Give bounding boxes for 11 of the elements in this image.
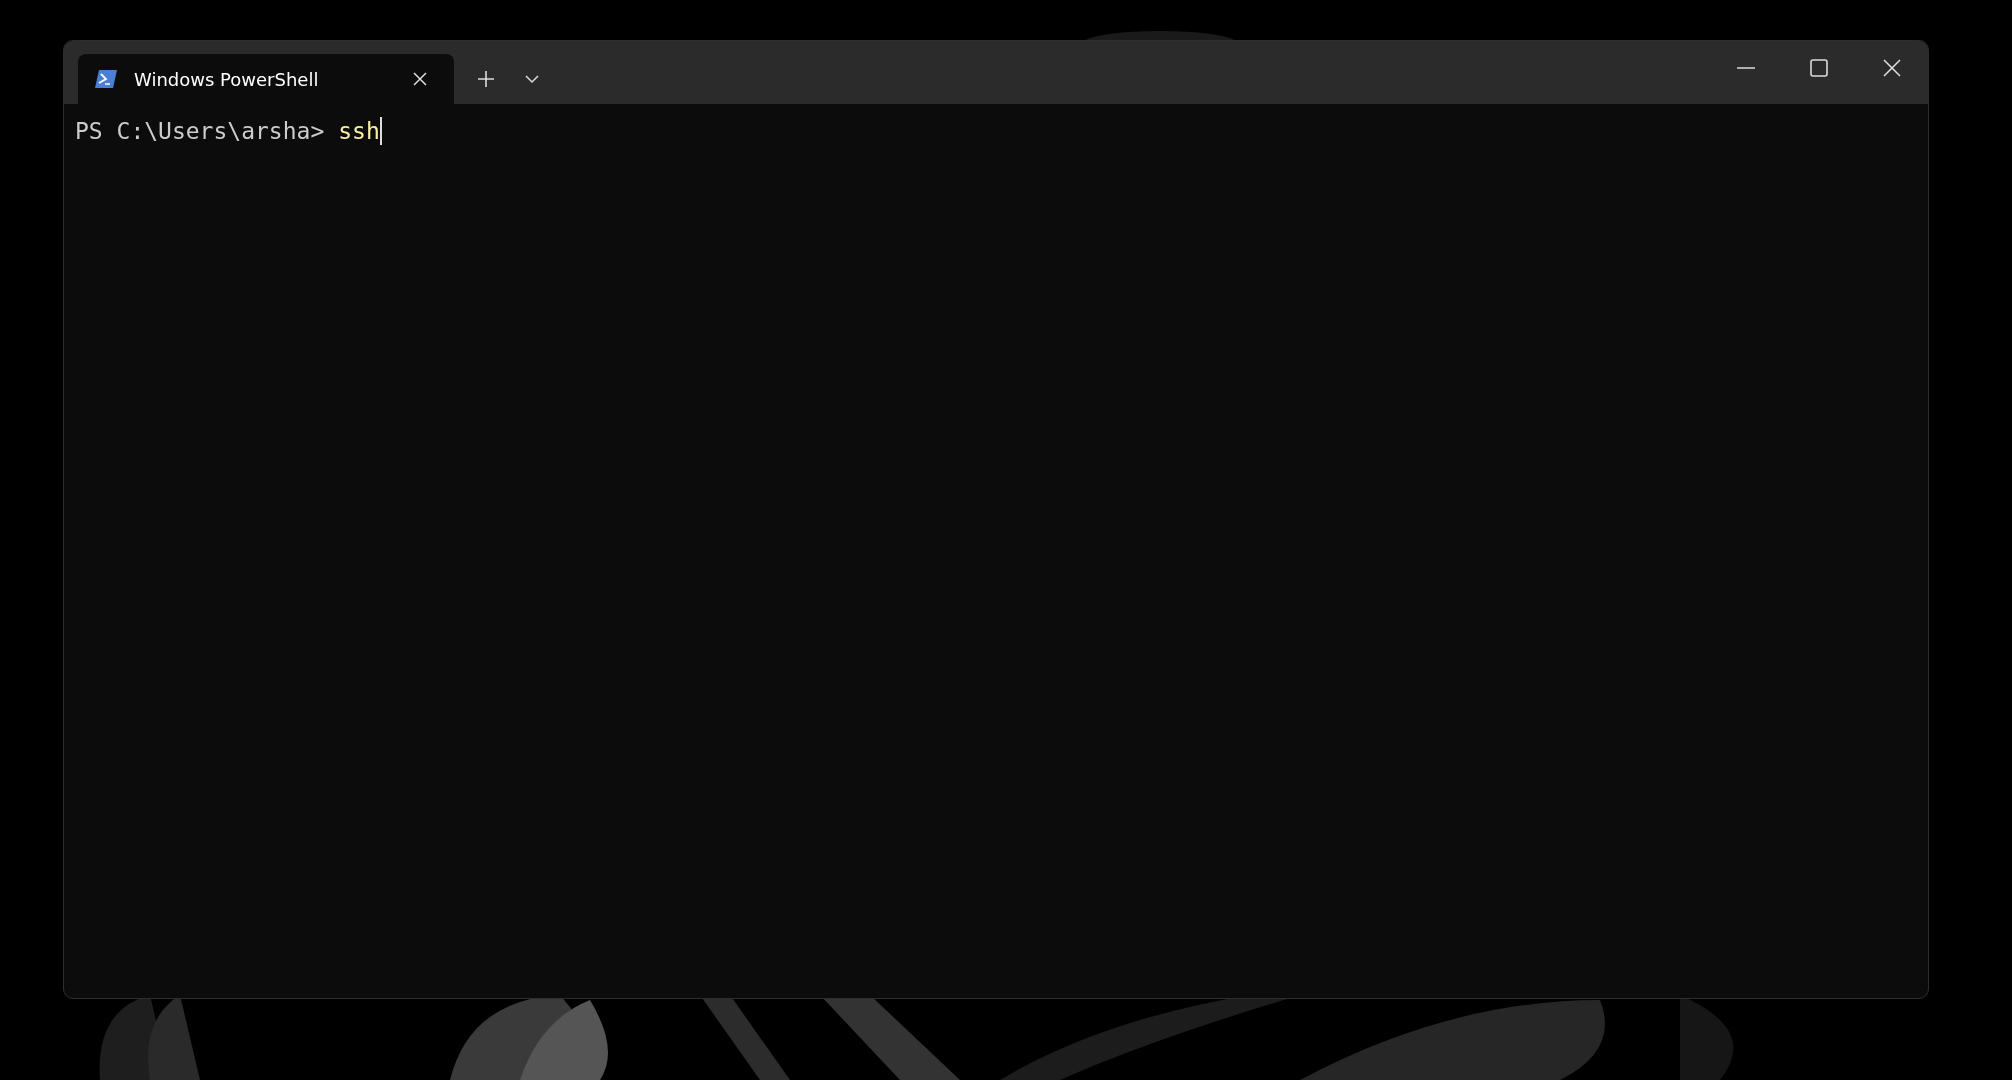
chevron-down-icon: [525, 74, 539, 84]
close-icon: [1882, 59, 1901, 77]
plus-icon: [477, 70, 495, 88]
text-cursor: [379, 117, 382, 145]
minimize-icon: [1736, 66, 1755, 70]
terminal-command: ssh: [338, 117, 380, 146]
terminal-prompt: PS C:\Users\arsha>: [75, 117, 325, 146]
powershell-icon: [94, 69, 118, 89]
close-icon: [412, 71, 428, 87]
maximize-icon: [1809, 59, 1828, 77]
tab[interactable]: Windows PowerShell: [78, 54, 454, 104]
